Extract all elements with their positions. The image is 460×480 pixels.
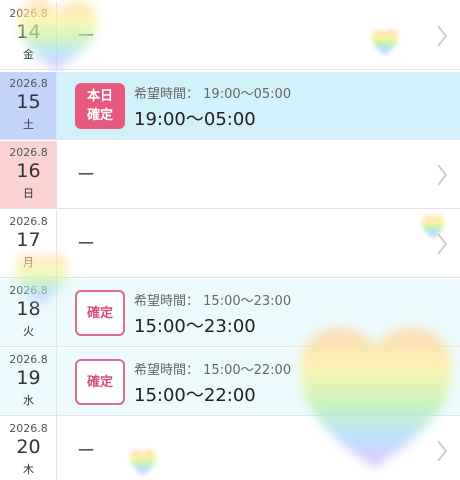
chevron-right-icon[interactable]	[436, 24, 448, 48]
requested-time-label: 希望時間：	[134, 87, 200, 102]
schedule-row-15[interactable]: 2026.8 15 土 本日 確定 希望時間： 19:00〜05:00 19:0…	[0, 72, 460, 140]
date-cell: 2026.8 19 水	[0, 348, 57, 415]
schedule-row-14[interactable]: 2026.8 14 金 ー	[0, 2, 460, 70]
date-day: 15	[16, 91, 41, 113]
date-weekday: 土	[23, 118, 34, 131]
requested-time-value: 15:00〜23:00	[203, 294, 292, 309]
shift-time: 19:00〜05:00	[134, 109, 256, 130]
requested-time: 希望時間： 15:00〜22:00	[134, 359, 291, 378]
date-weekday: 月	[23, 256, 34, 269]
date-year-month: 2026.8	[9, 422, 48, 435]
date-cell: 2026.8 18 火	[0, 279, 57, 346]
date-day: 20	[16, 436, 41, 458]
today-confirmed-badge: 本日 確定	[75, 83, 125, 129]
date-cell: 2026.8 15 土	[0, 72, 57, 139]
badge-confirmed-text: 確定	[86, 374, 113, 390]
requested-time-value: 15:00〜22:00	[203, 363, 292, 378]
date-day: 16	[16, 160, 41, 182]
badge-confirmed-text: 確定	[86, 305, 113, 321]
no-schedule-dash: ー	[77, 165, 95, 186]
schedule-row-16[interactable]: 2026.8 16 日 ー	[0, 141, 460, 209]
shift-time: 15:00〜22:00	[134, 385, 256, 406]
date-cell: 2026.8 20 木	[0, 417, 57, 480]
shift-time: 15:00〜23:00	[134, 316, 256, 337]
schedule-row-18[interactable]: 2026.8 18 火 確定 希望時間： 15:00〜23:00 15:00〜2…	[0, 279, 460, 347]
date-day: 14	[16, 21, 41, 43]
no-schedule-dash: ー	[77, 26, 95, 47]
date-cell: 2026.8 16 日	[0, 141, 57, 208]
date-day: 19	[16, 367, 41, 389]
schedule-row-17[interactable]: 2026.8 17 月 ー	[0, 210, 460, 278]
requested-time: 希望時間： 19:00〜05:00	[134, 83, 291, 102]
badge-confirmed-text: 確定	[86, 108, 113, 123]
date-year-month: 2026.8	[9, 146, 48, 159]
no-schedule-dash: ー	[77, 441, 95, 462]
schedule-row-19[interactable]: 2026.8 19 水 確定 希望時間： 15:00〜22:00 15:00〜2…	[0, 348, 460, 416]
confirmed-badge: 確定	[75, 290, 125, 336]
requested-time-value: 19:00〜05:00	[203, 87, 292, 102]
date-day: 18	[16, 298, 41, 320]
requested-time-label: 希望時間：	[134, 294, 200, 309]
date-year-month: 2026.8	[9, 284, 48, 297]
date-day: 17	[16, 229, 41, 251]
date-weekday: 水	[23, 394, 34, 407]
confirmed-badge: 確定	[75, 359, 125, 405]
badge-today-text: 本日	[86, 89, 113, 104]
schedule-row-20[interactable]: 2026.8 20 木 ー	[0, 417, 460, 480]
chevron-right-icon[interactable]	[436, 439, 448, 463]
requested-time: 希望時間： 15:00〜23:00	[134, 290, 291, 309]
date-year-month: 2026.8	[9, 215, 48, 228]
date-weekday: 木	[23, 463, 34, 476]
date-year-month: 2026.8	[9, 353, 48, 366]
date-weekday: 火	[23, 325, 34, 338]
date-weekday: 金	[23, 48, 34, 61]
chevron-right-icon[interactable]	[436, 163, 448, 187]
requested-time-label: 希望時間：	[134, 363, 200, 378]
schedule-list: 2026.8 14 金 ー 2026.8 15 土 本日 確定 希望時間： 19…	[0, 0, 460, 480]
no-schedule-dash: ー	[77, 234, 95, 255]
date-year-month: 2026.8	[9, 77, 48, 90]
date-cell: 2026.8 17 月	[0, 210, 57, 277]
date-cell: 2026.8 14 金	[0, 2, 57, 69]
chevron-right-icon[interactable]	[436, 232, 448, 256]
date-year-month: 2026.8	[9, 7, 48, 20]
date-weekday: 日	[23, 187, 34, 200]
